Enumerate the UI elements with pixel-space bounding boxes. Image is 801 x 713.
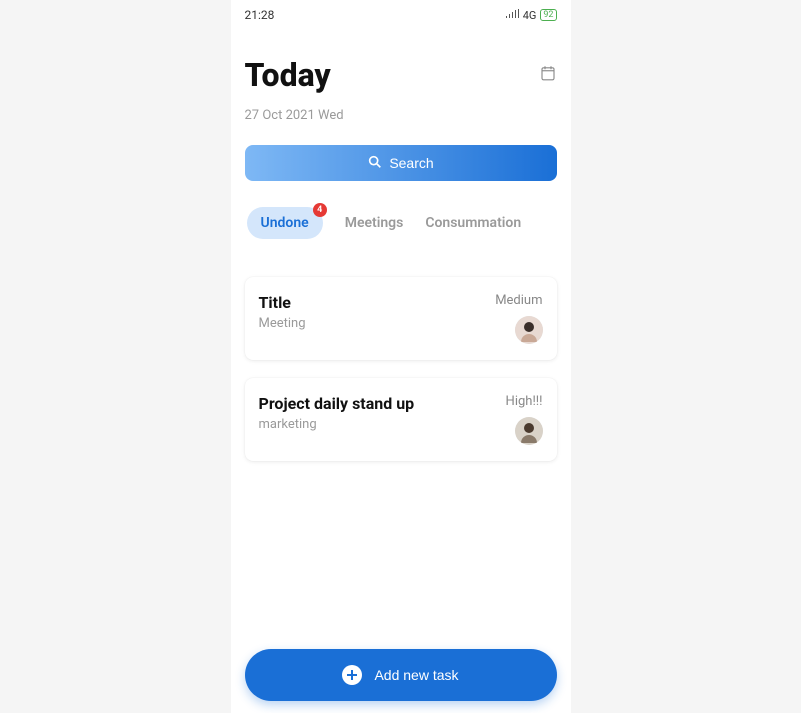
battery-icon: 92 (540, 9, 556, 21)
tab-consummation[interactable]: Consummation (425, 215, 521, 231)
undone-badge: 4 (313, 203, 327, 217)
task-subtitle: Meeting (259, 316, 306, 331)
add-task-label: Add new task (374, 667, 458, 683)
date-label: 27 Oct 2021 Wed (245, 108, 557, 123)
tab-undone[interactable]: Undone 4 (247, 207, 323, 239)
tabs-row: Undone 4 Meetings Consummation (245, 207, 557, 239)
task-card-left: Title Meeting (259, 293, 306, 331)
avatar (515, 417, 543, 445)
task-subtitle: marketing (259, 417, 415, 432)
page-title: Today (245, 56, 331, 94)
task-priority: High!!! (506, 394, 543, 409)
add-task-button[interactable]: Add new task (245, 649, 557, 701)
task-title: Title (259, 293, 306, 312)
status-bar: 21:28 4G 92 (231, 0, 571, 26)
status-right: 4G 92 (505, 8, 557, 22)
content-area: Today 27 Oct 2021 Wed Search (231, 26, 571, 461)
signal-icon (505, 8, 519, 22)
plus-icon (342, 665, 362, 685)
tab-meetings[interactable]: Meetings (345, 215, 404, 231)
task-card[interactable]: Project daily stand up marketing High!!! (245, 378, 557, 461)
task-card-right: High!!! (506, 394, 543, 445)
status-time: 21:28 (245, 8, 275, 22)
calendar-icon[interactable] (539, 64, 557, 86)
search-label: Search (389, 155, 433, 171)
phone-frame: 21:28 4G 92 Today 27 Oct 2021 Wed (231, 0, 571, 713)
avatar (515, 316, 543, 344)
network-label: 4G (523, 9, 537, 22)
search-button[interactable]: Search (245, 145, 557, 181)
task-card[interactable]: Title Meeting Medium (245, 277, 557, 360)
search-icon (367, 154, 383, 173)
task-card-right: Medium (495, 293, 542, 344)
header-row: Today (245, 56, 557, 94)
task-title: Project daily stand up (259, 394, 415, 413)
task-priority: Medium (495, 293, 542, 308)
task-card-left: Project daily stand up marketing (259, 394, 415, 432)
